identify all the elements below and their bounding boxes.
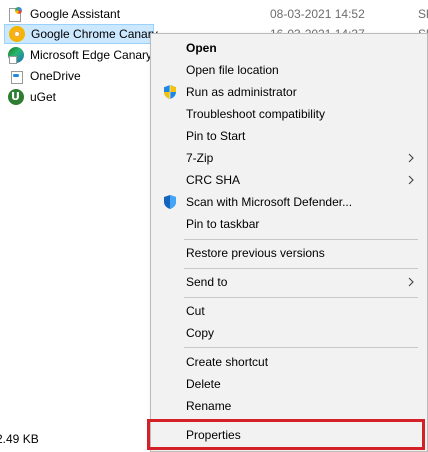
menu-item-pin-to-start[interactable]: Pin to Start [153,125,425,147]
properties-highlight-box [147,419,425,450]
menu-item-label: Copy [186,326,215,340]
uac-shield-icon [164,85,176,99]
menu-item-label: Cut [186,304,205,318]
menu-item-scan-with-defender[interactable]: Scan with Microsoft Defender... [153,191,425,213]
uget-icon [8,89,24,105]
menu-item-rename[interactable]: Rename [153,395,425,417]
menu-item-create-shortcut[interactable]: Create shortcut [153,351,425,373]
menu-item-pin-to-taskbar[interactable]: Pin to taskbar [153,213,425,235]
menu-item-cut[interactable]: Cut [153,300,425,322]
google-assistant-icon [8,6,24,22]
context-menu: Open Open file location Run as administr… [150,33,428,452]
menu-item-label: Send to [186,275,228,289]
chrome-canary-icon [9,26,25,42]
menu-item-label: Pin to taskbar [186,217,260,231]
menu-item-crc-sha[interactable]: CRC SHA [153,169,425,191]
menu-item-label: Rename [186,399,232,413]
menu-item-label: 7-Zip [186,151,214,165]
file-name: Microsoft Edge Canary [30,48,153,62]
menu-item-send-to[interactable]: Send to [153,271,425,293]
file-date: 08-03-2021 14:52 [270,7,365,21]
menu-item-open-file-location[interactable]: Open file location [153,59,425,81]
menu-item-label: Open [186,41,217,55]
menu-separator [184,268,418,269]
menu-separator [184,239,418,240]
file-row-selected[interactable]: Google Chrome Canary [4,24,158,44]
menu-separator [184,297,418,298]
menu-item-delete[interactable]: Delete [153,373,425,395]
file-name: Google Chrome Canary [31,27,158,41]
menu-item-troubleshoot-compatibility[interactable]: Troubleshoot compatibility [153,103,425,125]
menu-item-label: Create shortcut [186,355,269,369]
onedrive-icon [8,68,24,84]
menu-separator [184,347,418,348]
defender-shield-icon [164,195,176,209]
menu-item-label: Troubleshoot compatibility [186,107,325,121]
menu-item-label: Pin to Start [186,129,246,143]
file-name: uGet [30,90,57,104]
file-name: Google Assistant [30,7,121,21]
menu-item-label: CRC SHA [186,173,241,187]
file-row[interactable]: Google Assistant 08-03-2021 14:52 Sh [4,4,428,24]
menu-item-label: Run as administrator [186,85,297,99]
file-type: Sh [418,7,428,21]
menu-item-label: Open file location [186,63,279,77]
menu-item-copy[interactable]: Copy [153,322,425,344]
menu-item-label: Scan with Microsoft Defender... [186,195,353,209]
menu-item-label: Delete [186,377,221,391]
menu-item-7-zip[interactable]: 7-Zip [153,147,425,169]
chevron-right-icon [408,175,414,185]
edge-canary-icon [8,47,24,64]
chevron-right-icon [408,277,414,287]
menu-item-open[interactable]: Open [153,37,425,59]
menu-item-restore-previous-versions[interactable]: Restore previous versions [153,242,425,264]
file-name: OneDrive [30,69,81,83]
menu-item-run-as-administrator[interactable]: Run as administrator [153,81,425,103]
chevron-right-icon [408,153,414,163]
menu-item-label: Restore previous versions [186,246,325,260]
status-size: 2.49 KB [0,432,39,446]
